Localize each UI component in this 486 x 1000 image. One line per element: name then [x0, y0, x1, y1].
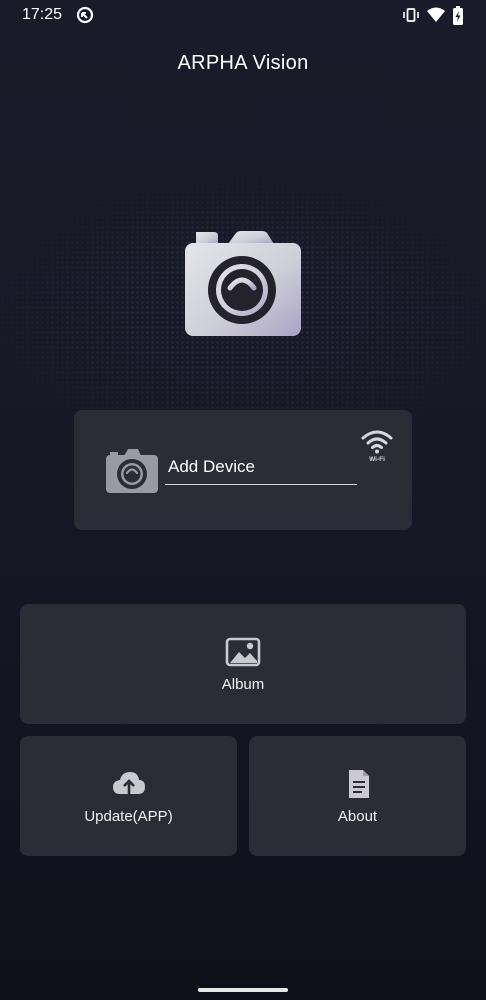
- image-icon: [225, 636, 261, 668]
- wifi-signal-icon: [426, 6, 446, 29]
- wifi-badge-label: Wi-Fi: [369, 456, 385, 463]
- hero-camera-icon: [184, 230, 302, 338]
- sync-icon: [76, 6, 94, 29]
- about-label: About: [337, 807, 378, 825]
- status-bar: 17:25: [0, 0, 486, 32]
- about-button[interactable]: About: [249, 736, 466, 856]
- cloud-upload-icon: [111, 768, 147, 800]
- update-app-label: Update(APP): [84, 807, 173, 825]
- page-title: ARPHA Vision: [177, 52, 309, 74]
- add-device-underline: [165, 484, 357, 485]
- add-device-label: Add Device: [168, 457, 255, 476]
- album-label: Album: [221, 675, 265, 693]
- battery-charging-icon: [452, 6, 464, 31]
- home-indicator[interactable]: [198, 988, 288, 992]
- status-time: 17:25: [22, 6, 63, 23]
- add-device-card[interactable]: Add Device Wi-Fi: [74, 410, 412, 530]
- album-button[interactable]: Album: [20, 604, 466, 724]
- wifi-icon: Wi-Fi: [360, 428, 394, 464]
- vibrate-icon: [402, 6, 420, 29]
- camera-icon: [106, 446, 158, 494]
- update-app-button[interactable]: Update(APP): [20, 736, 237, 856]
- document-icon: [340, 768, 376, 800]
